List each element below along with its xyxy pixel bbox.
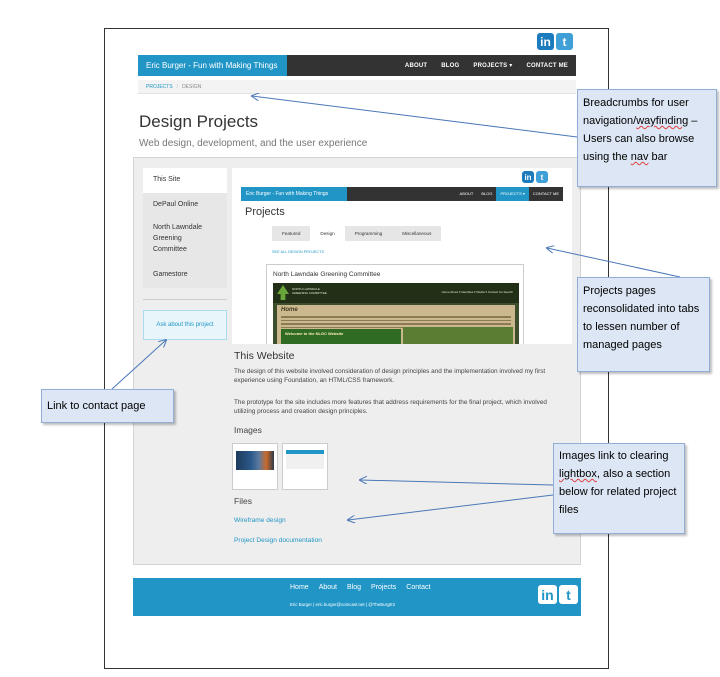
- arrow-files: [348, 494, 554, 520]
- callout-breadcrumbs-wayfinding: wayfinding: [636, 115, 689, 127]
- callout-projects-tabs: Projects pages reconsolidated into tabs …: [577, 277, 710, 372]
- arrow-contact-link: [111, 340, 166, 390]
- callout-images-pre: Images link to clearing: [559, 450, 669, 462]
- callout-images-lightbox: lightbox: [559, 468, 597, 480]
- callout-images: Images link to clearing lightbox, also a…: [553, 443, 685, 534]
- callout-breadcrumbs: Breadcrumbs for user navigation/wayfindi…: [577, 89, 717, 187]
- arrow-projects-tabs: [547, 248, 681, 278]
- callout-contact-link: Link to contact page: [41, 389, 174, 423]
- callout-breadcrumbs-nav: nav: [630, 151, 649, 163]
- arrow-images: [360, 480, 554, 486]
- callout-breadcrumbs-post: bar: [648, 151, 668, 163]
- arrow-breadcrumbs: [252, 96, 578, 138]
